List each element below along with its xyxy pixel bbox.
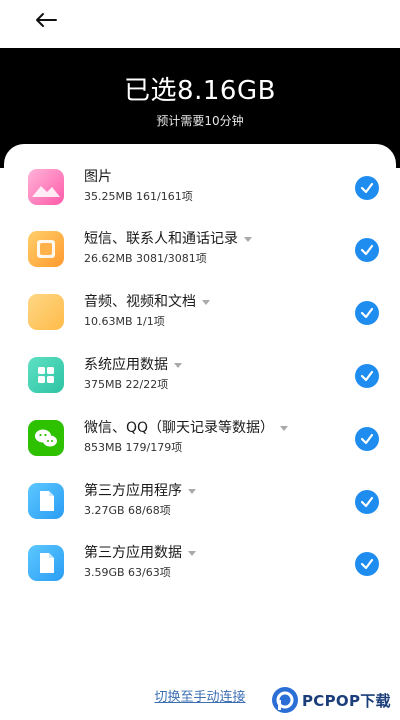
item-title: 第三方应用程序	[84, 480, 196, 500]
data-list-card: 图片 35.25MB 161/161项 短信、联系人和通话记录 26.62MB …	[4, 144, 396, 720]
item-title: 微信、QQ（聊天记录等数据）	[84, 417, 289, 437]
system-apps-icon	[28, 357, 64, 393]
checkmark-icon	[360, 496, 374, 508]
dropdown-caret-icon[interactable]	[202, 299, 210, 305]
list-item-audio-video-docs[interactable]: 音频、视频和文档 10.63MB 1/1项	[4, 287, 396, 339]
photos-icon	[28, 169, 64, 205]
checkbox-checked[interactable]	[355, 238, 379, 262]
item-meta: 3.59GB 63/63项	[84, 566, 171, 579]
item-meta: 3.27GB 68/68项	[84, 504, 171, 517]
estimated-time: 预计需要10分钟	[156, 114, 244, 128]
item-title: 短信、联系人和通话记录	[84, 228, 252, 248]
folder-icon	[28, 294, 64, 330]
checkmark-icon	[360, 433, 374, 445]
checkmark-icon	[360, 307, 374, 319]
item-meta: 853MB 179/179项	[84, 441, 183, 454]
list-item-third-party-apps[interactable]: 第三方应用程序 3.27GB 68/68项	[4, 476, 396, 528]
item-title: 音频、视频和文档	[84, 291, 210, 311]
third-party-data-icon	[28, 545, 64, 581]
pcpop-watermark: PCPOP下载	[272, 680, 400, 720]
list-item-photos[interactable]: 图片 35.25MB 161/161项	[4, 162, 396, 214]
checkmark-icon	[360, 182, 374, 194]
checkbox-checked[interactable]	[355, 490, 379, 514]
dropdown-caret-icon[interactable]	[174, 362, 182, 368]
checkbox-checked[interactable]	[355, 427, 379, 451]
item-title: 系统应用数据	[84, 354, 182, 374]
item-title: 第三方应用数据	[84, 542, 196, 562]
list-item-messages-contacts[interactable]: 短信、联系人和通话记录 26.62MB 3081/3081项	[4, 224, 396, 276]
dropdown-caret-icon[interactable]	[244, 236, 252, 242]
item-meta: 35.25MB 161/161项	[84, 190, 193, 203]
dropdown-caret-icon[interactable]	[188, 488, 196, 494]
dropdown-caret-icon[interactable]	[280, 425, 289, 431]
dropdown-caret-icon[interactable]	[188, 550, 196, 556]
messages-icon	[28, 231, 64, 267]
selected-size-title: 已选8.16GB	[124, 76, 276, 106]
item-meta: 10.63MB 1/1项	[84, 315, 165, 328]
item-title: 图片	[84, 169, 112, 185]
wechat-icon	[28, 420, 64, 456]
back-arrow-icon	[36, 13, 57, 27]
checkmark-icon	[360, 558, 374, 570]
list-item-wechat-qq[interactable]: 微信、QQ（聊天记录等数据） 853MB 179/179项	[4, 413, 396, 465]
watermark-text: PCPOP下载	[302, 691, 391, 710]
checkbox-checked[interactable]	[355, 364, 379, 388]
list-item-third-party-data[interactable]: 第三方应用数据 3.59GB 63/63项	[4, 538, 396, 590]
list-item-system-app-data[interactable]: 系统应用数据 375MB 22/22项	[4, 350, 396, 402]
pcpop-logo-icon	[272, 687, 298, 713]
third-party-app-icon	[28, 483, 64, 519]
checkbox-checked[interactable]	[355, 552, 379, 576]
checkbox-checked[interactable]	[355, 176, 379, 200]
item-meta: 375MB 22/22项	[84, 378, 169, 391]
checkbox-checked[interactable]	[355, 301, 379, 325]
item-meta: 26.62MB 3081/3081项	[84, 252, 207, 265]
checkmark-icon	[360, 370, 374, 382]
top-bar	[0, 0, 400, 48]
back-button[interactable]	[28, 6, 64, 34]
checkmark-icon	[360, 244, 374, 256]
